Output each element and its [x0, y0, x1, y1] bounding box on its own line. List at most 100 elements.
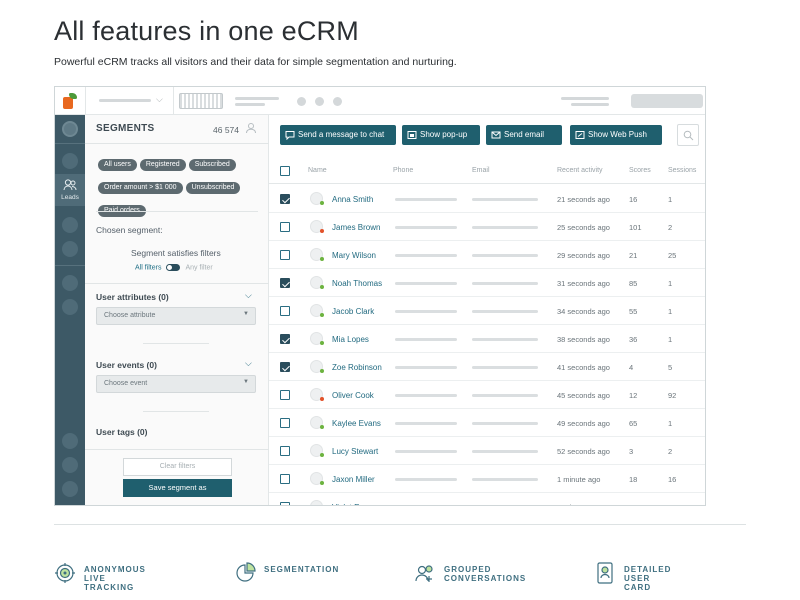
row-checkbox[interactable]	[280, 278, 290, 288]
segment-chip[interactable]: Subscribed	[188, 159, 236, 171]
segment-chip[interactable]: Order amount > $1 000	[98, 182, 183, 194]
lead-name[interactable]: Jaxon Miller	[332, 475, 375, 484]
send-email-button[interactable]: Send email	[486, 125, 562, 145]
row-checkbox[interactable]	[280, 474, 290, 484]
rail-item-icon[interactable]	[62, 217, 78, 233]
column-header-email[interactable]: Email	[472, 167, 490, 174]
score: 65	[629, 419, 638, 428]
status-dot	[320, 397, 324, 401]
rail-item-leads[interactable]: Leads	[55, 174, 85, 206]
score: 16	[629, 195, 638, 204]
row-checkbox[interactable]	[280, 306, 290, 316]
choose-event-dropdown[interactable]: Choose event ▼	[96, 375, 256, 393]
score: 3	[629, 447, 634, 456]
show-web-push-button[interactable]: Show Web Push	[570, 125, 662, 145]
rail-item-icon[interactable]	[62, 299, 78, 315]
email-placeholder	[472, 310, 538, 313]
avatar	[310, 360, 324, 373]
lead-name[interactable]: Violet Evans	[332, 503, 376, 505]
search-button[interactable]	[677, 124, 699, 146]
rail-avatar-icon[interactable]	[62, 121, 78, 137]
recent-activity: 31 seconds ago	[557, 279, 610, 288]
table-row[interactable]: Kaylee Evans 49 seconds ago 65 1	[269, 409, 705, 437]
table-row[interactable]: Anna Smith 21 seconds ago 16 1	[269, 185, 705, 213]
recent-activity: 29 seconds ago	[557, 251, 610, 260]
status-dot	[320, 201, 324, 205]
select-all-checkbox[interactable]	[280, 166, 290, 176]
lead-name[interactable]: James Brown	[332, 223, 380, 232]
segment-chip[interactable]: Unsubscribed	[185, 182, 241, 194]
rail-item-icon[interactable]	[62, 275, 78, 291]
site-selector[interactable]	[99, 99, 151, 102]
row-checkbox[interactable]	[280, 222, 290, 232]
rail-item-icon[interactable]	[62, 153, 78, 169]
sessions: 25	[668, 503, 676, 505]
row-checkbox[interactable]	[280, 446, 290, 456]
chevron-down-icon[interactable]: ⌵	[245, 290, 252, 301]
lead-name[interactable]: Kaylee Evans	[332, 419, 381, 428]
column-header-sessions[interactable]: Sessions	[668, 167, 696, 174]
table-row[interactable]: Violet Evans 1 minute ago 9 25	[269, 493, 705, 505]
lead-name[interactable]: Jacob Clark	[332, 307, 374, 316]
avatar	[310, 416, 324, 429]
column-header-recent-activity[interactable]: Recent activity	[557, 167, 603, 174]
table-row[interactable]: James Brown 25 seconds ago 101 2	[269, 213, 705, 241]
rail-item-icon[interactable]	[62, 433, 78, 449]
table-row[interactable]: Jacob Clark 34 seconds ago 55 1	[269, 297, 705, 325]
rail-item-icon[interactable]	[62, 481, 78, 497]
column-header-phone[interactable]: Phone	[393, 167, 413, 174]
lead-name[interactable]: Noah Thomas	[332, 279, 382, 288]
feature-label: GROUPED CONVERSATIONS	[444, 565, 526, 583]
recent-activity: 45 seconds ago	[557, 391, 610, 400]
divider	[96, 211, 258, 212]
send-chat-button[interactable]: Send a message to chat	[280, 125, 396, 145]
lead-name[interactable]: Mary Wilson	[332, 251, 376, 260]
table-row[interactable]: Oliver Cook 45 seconds ago 12 92	[269, 381, 705, 409]
status-dot	[320, 257, 324, 261]
email-placeholder	[472, 366, 538, 369]
chevron-down-icon[interactable]: ⌵	[156, 94, 163, 105]
caret-down-icon: ▼	[243, 311, 249, 317]
table-row[interactable]: Jaxon Miller 1 minute ago 18 16	[269, 465, 705, 493]
clear-filters-button[interactable]: Clear filters	[123, 458, 232, 476]
rail-item-icon[interactable]	[62, 457, 78, 473]
caret-down-icon: ▼	[243, 379, 249, 385]
row-checkbox[interactable]	[280, 334, 290, 344]
row-checkbox[interactable]	[280, 390, 290, 400]
chevron-down-icon[interactable]: ⌵	[245, 358, 252, 369]
button-label: Show pop-up	[420, 130, 468, 139]
chosen-segment-label: Chosen segment:	[96, 225, 163, 235]
table-row[interactable]: Noah Thomas 31 seconds ago 85 1	[269, 269, 705, 297]
choose-attribute-dropdown[interactable]: Choose attribute ▼	[96, 307, 256, 325]
row-checkbox[interactable]	[280, 194, 290, 204]
account-button[interactable]	[631, 94, 703, 108]
rail-item-icon[interactable]	[62, 241, 78, 257]
show-popup-button[interactable]: Show pop-up	[402, 125, 480, 145]
column-header-scores[interactable]: Scores	[629, 167, 651, 174]
filter-mode-toggle[interactable]: All filters Any filter	[135, 264, 213, 271]
row-checkbox[interactable]	[280, 418, 290, 428]
table-row[interactable]: Lucy Stewart 52 seconds ago 3 2	[269, 437, 705, 465]
web-push-icon	[575, 131, 585, 139]
table-row[interactable]: Mary Wilson 29 seconds ago 21 25	[269, 241, 705, 269]
column-header-name[interactable]: Name	[308, 167, 327, 174]
table-row[interactable]: Zoe Robinson 41 seconds ago 4 5	[269, 353, 705, 381]
lead-name[interactable]: Mia Lopes	[332, 335, 369, 344]
placeholder-line	[571, 103, 609, 106]
lead-name[interactable]: Lucy Stewart	[332, 447, 378, 456]
sessions: 2	[668, 447, 673, 456]
divider	[173, 87, 174, 115]
segment-chip[interactable]: Registered	[139, 159, 186, 171]
row-checkbox[interactable]	[280, 250, 290, 260]
save-segment-button[interactable]: Save segment as	[123, 479, 232, 497]
lead-name[interactable]: Anna Smith	[332, 195, 373, 204]
placeholder-line	[561, 97, 609, 100]
table-row[interactable]: Mia Lopes 38 seconds ago 36 1	[269, 325, 705, 353]
toggle-switch[interactable]	[166, 264, 181, 271]
lead-name[interactable]: Zoe Robinson	[332, 363, 382, 372]
lead-name[interactable]: Oliver Cook	[332, 391, 374, 400]
feature-label-text: DETAILED USER CARD	[624, 565, 672, 592]
row-checkbox[interactable]	[280, 502, 290, 505]
segment-chip[interactable]: All users	[98, 159, 137, 171]
row-checkbox[interactable]	[280, 362, 290, 372]
